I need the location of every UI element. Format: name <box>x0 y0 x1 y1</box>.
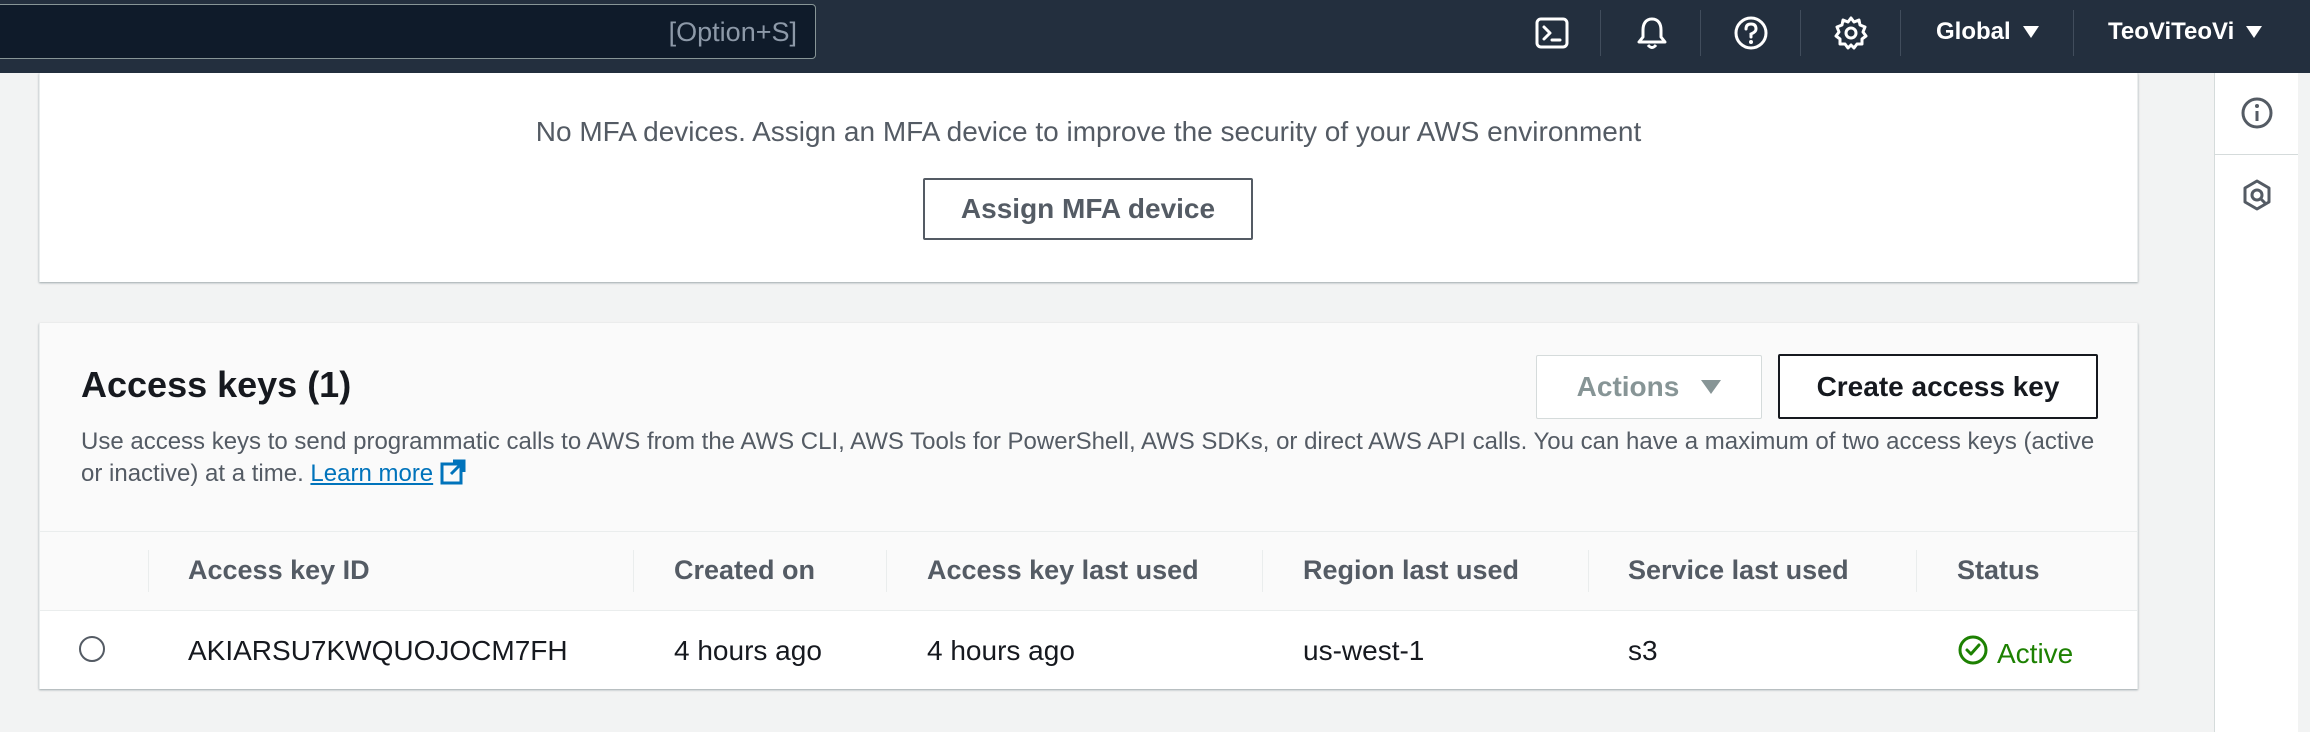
actions-label: Actions <box>1576 371 1680 402</box>
status-text: Active <box>1997 637 2074 669</box>
account-name: TeoViTeoVi <box>2108 18 2235 45</box>
column-separator <box>1588 550 1589 592</box>
nav-separator <box>1600 10 1601 56</box>
info-icon[interactable] <box>2237 93 2277 133</box>
region-selector[interactable]: Global <box>1936 18 2039 46</box>
check-circle-icon <box>1957 634 1989 673</box>
column-header-key-id[interactable]: Access key ID <box>188 555 370 586</box>
gear-icon[interactable] <box>1831 13 1871 53</box>
external-link-icon <box>439 458 467 495</box>
column-separator <box>148 550 149 592</box>
bell-icon[interactable] <box>1632 13 1672 53</box>
access-keys-description: Use access keys to send programmatic cal… <box>81 426 2111 495</box>
top-navigation-bar: [Option+S] Global TeoViTeoVi <box>0 0 2310 73</box>
access-keys-panel: Access keys (1) Actions Create access ke… <box>39 323 2138 689</box>
caret-down-icon <box>1701 380 1722 394</box>
column-separator <box>1916 550 1917 592</box>
last-used: 4 hours ago <box>927 635 1075 666</box>
access-keys-table-header: Access key ID Created on Access key last… <box>40 531 2137 611</box>
actions-dropdown-button[interactable]: Actions <box>1536 355 1762 419</box>
search-shortcut-hint: [Option+S] <box>668 17 797 47</box>
nav-separator <box>1800 10 1801 56</box>
mfa-empty-message: No MFA devices. Assign an MFA device to … <box>535 116 1642 147</box>
created-on: 4 hours ago <box>674 635 822 666</box>
column-header-region[interactable]: Region last used <box>1303 555 1519 586</box>
security-hexagon-icon[interactable] <box>2237 175 2277 215</box>
utility-rail <box>2214 73 2298 732</box>
column-header-created-on[interactable]: Created on <box>674 555 815 586</box>
column-separator <box>1262 550 1263 592</box>
mfa-panel: No MFA devices. Assign an MFA device to … <box>39 73 2138 282</box>
table-row[interactable]: AKIARSU7KWQUOJOCM7FH 4 hours ago 4 hours… <box>40 611 2137 689</box>
service-last-used: s3 <box>1628 635 1658 666</box>
nav-separator <box>1900 10 1901 56</box>
column-separator <box>633 550 634 592</box>
caret-down-icon <box>2246 26 2263 38</box>
assign-mfa-button[interactable]: Assign MFA device <box>923 178 1253 240</box>
caret-down-icon <box>2022 26 2039 38</box>
learn-more-link[interactable]: Learn more <box>310 460 433 487</box>
cloudshell-icon[interactable] <box>1532 13 1572 53</box>
account-menu[interactable]: TeoViTeoVi <box>2108 18 2263 46</box>
access-key-id: AKIARSU7KWQUOJOCM7FH <box>188 635 568 666</box>
search-input[interactable]: [Option+S] <box>0 4 816 59</box>
column-header-last-used[interactable]: Access key last used <box>927 555 1199 586</box>
column-header-status[interactable]: Status <box>1957 555 2040 586</box>
rail-divider <box>2215 154 2298 155</box>
access-keys-title: Access keys (1) <box>81 364 352 405</box>
access-keys-header: Access keys (1) Actions Create access ke… <box>40 323 2137 531</box>
row-select-radio[interactable] <box>79 636 105 662</box>
nav-separator <box>1700 10 1701 56</box>
status-badge: Active <box>1957 634 2073 673</box>
create-access-key-button[interactable]: Create access key <box>1778 354 2098 419</box>
column-separator <box>886 550 887 592</box>
column-header-service[interactable]: Service last used <box>1628 555 1849 586</box>
nav-separator <box>2073 10 2074 56</box>
region-last-used: us-west-1 <box>1303 635 1425 666</box>
help-icon[interactable] <box>1731 13 1771 53</box>
region-label: Global <box>1936 18 2011 45</box>
